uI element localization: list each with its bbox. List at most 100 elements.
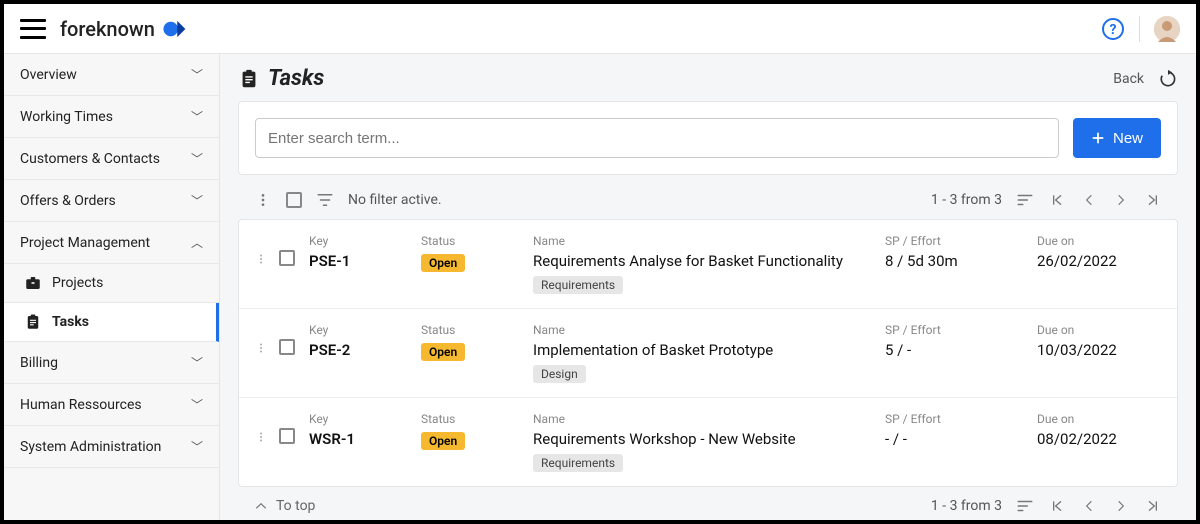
sidebar-subitem-tasks[interactable]: Tasks (4, 303, 219, 342)
clipboard-icon (238, 68, 260, 90)
bulk-actions-button[interactable] (254, 191, 272, 209)
to-top-button[interactable]: To top (254, 498, 315, 514)
sidebar-subitem-projects[interactable]: Projects (4, 264, 219, 303)
task-key: WSR-1 (309, 430, 409, 448)
col-label-due: Due on (1037, 323, 1157, 337)
task-tag: Requirements (533, 454, 623, 472)
next-page-button[interactable] (1112, 191, 1130, 209)
task-row[interactable]: Key PSE-1 Status Open Name Requirements … (239, 220, 1177, 309)
search-input[interactable] (255, 118, 1059, 158)
task-due: 10/03/2022 (1037, 341, 1157, 359)
col-label-status: Status (421, 323, 521, 337)
search-panel: New (238, 101, 1178, 175)
task-row[interactable]: Key PSE-2 Status Open Name Implementatio… (239, 309, 1177, 398)
back-link[interactable]: Back (1113, 71, 1144, 87)
chevron-right-icon (1114, 499, 1128, 513)
task-row[interactable]: Key WSR-1 Status Open Name Requirements … (239, 398, 1177, 486)
sidebar-item-human-ressources[interactable]: Human Ressources ﹀ (4, 384, 219, 426)
list-footer: To top 1 - 3 from 3 (238, 487, 1178, 520)
chevron-down-icon: ﹀ (191, 438, 203, 455)
chevron-last-icon (1145, 498, 1161, 514)
dots-vertical-icon (255, 428, 267, 446)
first-page-button[interactable] (1048, 191, 1066, 209)
sidebar-item-billing[interactable]: Billing ﹀ (4, 342, 219, 384)
last-page-button[interactable] (1144, 191, 1162, 209)
row-checkbox[interactable] (279, 339, 295, 355)
new-button[interactable]: New (1073, 118, 1161, 158)
filter-icon (316, 191, 334, 209)
row-checkbox[interactable] (279, 428, 295, 444)
filter-button[interactable] (316, 191, 334, 209)
col-label-status: Status (421, 412, 521, 426)
col-label-due: Due on (1037, 412, 1157, 426)
main-content: Tasks Back New (220, 54, 1196, 520)
user-avatar[interactable] (1154, 16, 1180, 42)
new-button-label: New (1113, 130, 1143, 147)
dots-vertical-icon (255, 250, 267, 268)
page-title-text: Tasks (268, 66, 324, 91)
sidebar: Overview ﹀ Working Times ﹀ Customers & C… (4, 54, 220, 520)
sort-icon (1016, 191, 1034, 209)
task-key: PSE-1 (309, 252, 409, 270)
task-due: 08/02/2022 (1037, 430, 1157, 448)
sort-button-bottom[interactable] (1016, 497, 1034, 515)
chevron-down-icon: ﹀ (191, 192, 203, 209)
chevron-down-icon: ﹀ (191, 150, 203, 167)
pager-text: 1 - 3 from 3 (931, 192, 1002, 208)
divider (1139, 16, 1140, 42)
first-page-button-bottom[interactable] (1048, 497, 1066, 515)
sidebar-item-offers-orders[interactable]: Offers & Orders ﹀ (4, 180, 219, 222)
sidebar-label: Offers & Orders (20, 193, 116, 209)
sidebar-item-project-management[interactable]: Project Management ︿ (4, 222, 219, 264)
list-toolbar: No filter active. 1 - 3 from 3 (238, 181, 1178, 219)
row-checkbox[interactable] (279, 250, 295, 266)
select-all-checkbox[interactable] (286, 192, 302, 208)
refresh-button[interactable] (1158, 69, 1178, 89)
help-button[interactable]: ? (1101, 17, 1125, 41)
row-actions-button[interactable] (255, 234, 265, 268)
sidebar-item-system-administration[interactable]: System Administration ﹀ (4, 426, 219, 468)
col-label-name: Name (533, 412, 873, 426)
task-list: Key PSE-1 Status Open Name Requirements … (238, 219, 1178, 487)
sidebar-item-customers-contacts[interactable]: Customers & Contacts ﹀ (4, 138, 219, 180)
prev-page-button[interactable] (1080, 191, 1098, 209)
task-due: 26/02/2022 (1037, 252, 1157, 270)
row-actions-button[interactable] (255, 323, 265, 357)
row-actions-button[interactable] (255, 412, 265, 446)
status-badge: Open (421, 254, 465, 272)
sort-icon (1016, 497, 1034, 515)
task-name: Requirements Analyse for Basket Function… (533, 252, 873, 270)
col-label-key: Key (309, 323, 409, 337)
sidebar-item-overview[interactable]: Overview ﹀ (4, 54, 219, 96)
task-tag: Requirements (533, 276, 623, 294)
sidebar-sub-label: Tasks (52, 314, 89, 330)
task-name: Implementation of Basket Prototype (533, 341, 873, 359)
to-top-label: To top (276, 498, 315, 514)
sort-button[interactable] (1016, 191, 1034, 209)
filter-status-text: No filter active. (348, 192, 442, 208)
col-label-sp: SP / Effort (885, 234, 1025, 248)
task-sp-effort: 5 / - (885, 341, 1025, 359)
next-page-button-bottom[interactable] (1112, 497, 1130, 515)
page-title: Tasks (238, 66, 324, 91)
chevron-first-icon (1049, 498, 1065, 514)
task-tag: Design (533, 365, 586, 383)
brand[interactable]: foreknown (60, 16, 187, 42)
last-page-button-bottom[interactable] (1144, 497, 1162, 515)
chevron-down-icon: ﹀ (191, 354, 203, 371)
sidebar-item-working-times[interactable]: Working Times ﹀ (4, 96, 219, 138)
menu-toggle-button[interactable] (20, 19, 46, 39)
topbar: foreknown ? (4, 4, 1196, 54)
status-badge: Open (421, 343, 465, 361)
col-label-sp: SP / Effort (885, 323, 1025, 337)
chevron-down-icon: ﹀ (191, 66, 203, 83)
prev-page-button-bottom[interactable] (1080, 497, 1098, 515)
task-sp-effort: 8 / 5d 30m (885, 252, 1025, 270)
sidebar-label: Customers & Contacts (20, 151, 160, 167)
sidebar-label: Billing (20, 355, 58, 371)
col-label-name: Name (533, 323, 873, 337)
help-icon: ? (1101, 17, 1125, 41)
col-label-due: Due on (1037, 234, 1157, 248)
chevron-down-icon: ﹀ (191, 108, 203, 125)
chevron-left-icon (1082, 193, 1096, 207)
